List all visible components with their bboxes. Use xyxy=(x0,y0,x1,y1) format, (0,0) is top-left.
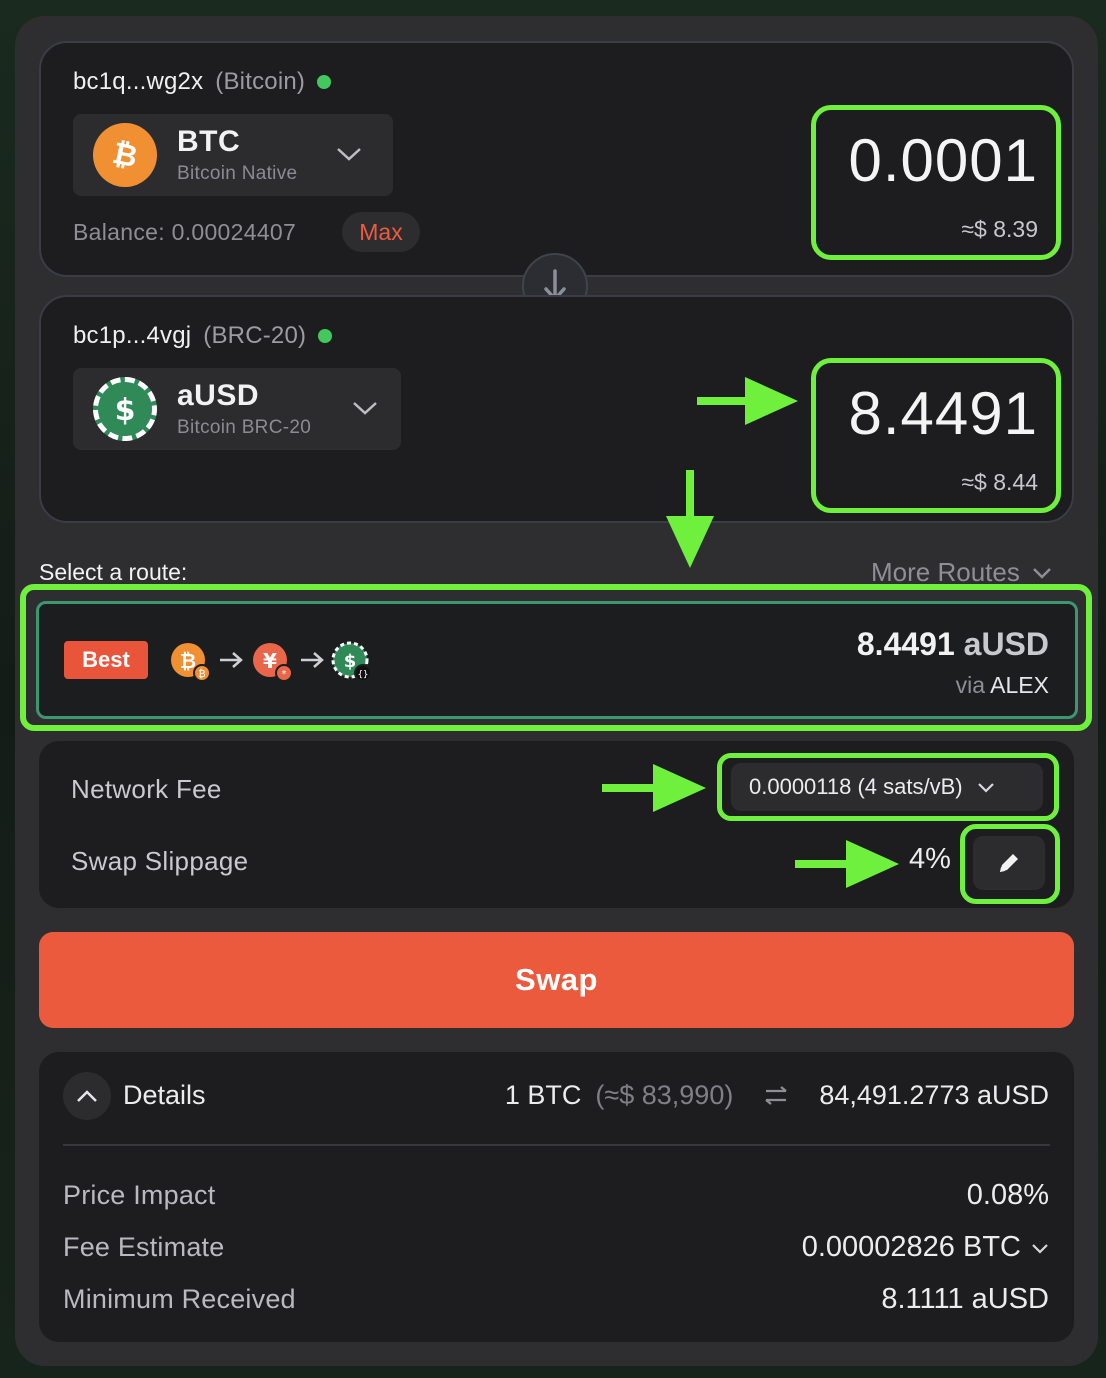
connected-status-dot xyxy=(318,329,333,343)
details-toggle-button[interactable] xyxy=(63,1072,111,1120)
details-title: Details xyxy=(123,1080,206,1110)
from-amount-input[interactable]: 0.0001 xyxy=(848,126,1038,195)
to-address-text: bc1p...4vgj xyxy=(73,322,192,349)
route-path-icons: ₿ ₿ ¥ * $ {} xyxy=(171,641,372,682)
svg-text:{}: {} xyxy=(358,670,369,680)
swap-arrows-icon xyxy=(765,1085,788,1105)
rate-from: 1 BTC xyxy=(504,1080,582,1110)
price-impact-label: Price Impact xyxy=(63,1180,216,1210)
svg-text:*: * xyxy=(282,669,287,680)
from-wallet-address: bc1q...wg2x (Bitcoin) xyxy=(73,68,332,96)
to-amount-highlight: 8.4491 ≈$ 8.44 xyxy=(811,358,1061,513)
from-network-text: (Bitcoin) xyxy=(215,68,306,95)
network-fee-label: Network Fee xyxy=(71,774,222,804)
chevron-up-icon xyxy=(77,1090,97,1102)
network-fee-value: 0.0000118 (4 sats/vB) xyxy=(749,774,963,799)
from-amount-highlight: 0.0001 ≈$ 8.39 xyxy=(811,105,1061,260)
annotation-arrow-right-icon xyxy=(795,840,899,888)
pencil-icon xyxy=(1000,854,1018,872)
svg-text:$: $ xyxy=(115,393,136,428)
swap-slippage-label: Swap Slippage xyxy=(71,846,249,876)
price-impact-text: 0.08% xyxy=(966,1179,1049,1211)
best-badge: Best xyxy=(64,641,148,679)
svg-text:¥: ¥ xyxy=(263,649,277,673)
chevron-down-icon xyxy=(1032,1243,1048,1254)
annotation-arrow-down-icon xyxy=(666,470,714,568)
minimum-received-text: 8.1111 aUSD xyxy=(881,1283,1049,1315)
network-fee-dropdown[interactable]: 0.0000118 (4 sats/vB) xyxy=(731,763,1043,811)
fee-estimate-label: Fee Estimate xyxy=(63,1232,225,1262)
xbtc-icon: ¥ * xyxy=(253,643,293,682)
route-via: via ALEX xyxy=(956,672,1049,699)
svg-text:₿: ₿ xyxy=(109,136,140,175)
to-usd-value: ≈$ 8.44 xyxy=(961,469,1038,495)
bitcoin-icon: ₿ xyxy=(93,123,157,187)
edit-slippage-button[interactable] xyxy=(973,836,1045,890)
route-label: Select a route: xyxy=(39,559,188,585)
arrow-right-icon xyxy=(220,652,243,668)
rate-from-usd: (≈$ 83,990) xyxy=(595,1080,734,1110)
to-wallet-address: bc1p...4vgj (BRC-20) xyxy=(73,322,333,350)
route-amount-unit: aUSD xyxy=(963,626,1049,662)
minimum-received-value: 8.1111 aUSD xyxy=(881,1283,1049,1316)
to-token-symbol: aUSD xyxy=(177,379,260,412)
details-divider xyxy=(63,1144,1050,1146)
from-address-text: bc1q...wg2x xyxy=(73,68,204,95)
price-impact-value: 0.08% xyxy=(967,1179,1049,1212)
route-dex-name: ALEX xyxy=(990,672,1049,698)
to-token-selector[interactable]: $ aUSD Bitcoin BRC-20 xyxy=(73,368,401,450)
svg-text:₿: ₿ xyxy=(180,649,196,673)
annotation-arrow-right-icon xyxy=(602,764,706,812)
exchange-rate: 1 BTC (≈$ 83,990) 84,491.2773 aUSD xyxy=(505,1080,1049,1111)
svg-text:₿: ₿ xyxy=(198,668,205,680)
arrow-right-icon xyxy=(301,652,324,668)
minimum-received-label: Minimum Received xyxy=(63,1284,296,1314)
svg-text:$: $ xyxy=(344,651,357,672)
from-token-selector[interactable]: ₿ BTC Bitcoin Native xyxy=(73,114,393,196)
annotation-arrow-right-icon xyxy=(697,377,798,425)
ausd-icon: $ xyxy=(93,377,157,441)
to-amount-output: 8.4491 xyxy=(848,380,1038,447)
chevron-down-icon xyxy=(353,402,377,415)
route-amount: 8.4491 aUSD xyxy=(857,626,1049,663)
fee-estimate-dropdown[interactable]: 0.00002826 BTC xyxy=(802,1231,1049,1264)
from-token-subtitle: Bitcoin Native xyxy=(177,163,298,184)
from-usd-value: ≈$ 8.39 xyxy=(961,216,1038,242)
to-token-subtitle: Bitcoin BRC-20 xyxy=(177,417,312,438)
fee-estimate-text: 0.00002826 BTC xyxy=(801,1231,1021,1263)
route-via-label: via xyxy=(955,672,986,698)
chevron-down-icon xyxy=(337,148,361,161)
slippage-value: 4% xyxy=(909,843,951,875)
ausd-icon: $ {} xyxy=(331,641,372,682)
chevron-down-icon xyxy=(977,783,994,793)
max-button[interactable]: Max xyxy=(342,212,420,252)
bitcoin-icon: ₿ ₿ xyxy=(171,643,211,682)
to-network-text: (BRC-20) xyxy=(203,322,307,349)
from-balance: Balance: 0.00024407 xyxy=(73,219,297,245)
from-token-symbol: BTC xyxy=(177,125,241,158)
swap-button[interactable]: Swap xyxy=(39,932,1074,1028)
rate-to: 84,491.2773 aUSD xyxy=(819,1080,1049,1110)
route-amount-value: 8.4491 xyxy=(856,626,955,662)
connected-status-dot xyxy=(317,75,332,89)
chevron-down-icon xyxy=(1032,567,1051,579)
